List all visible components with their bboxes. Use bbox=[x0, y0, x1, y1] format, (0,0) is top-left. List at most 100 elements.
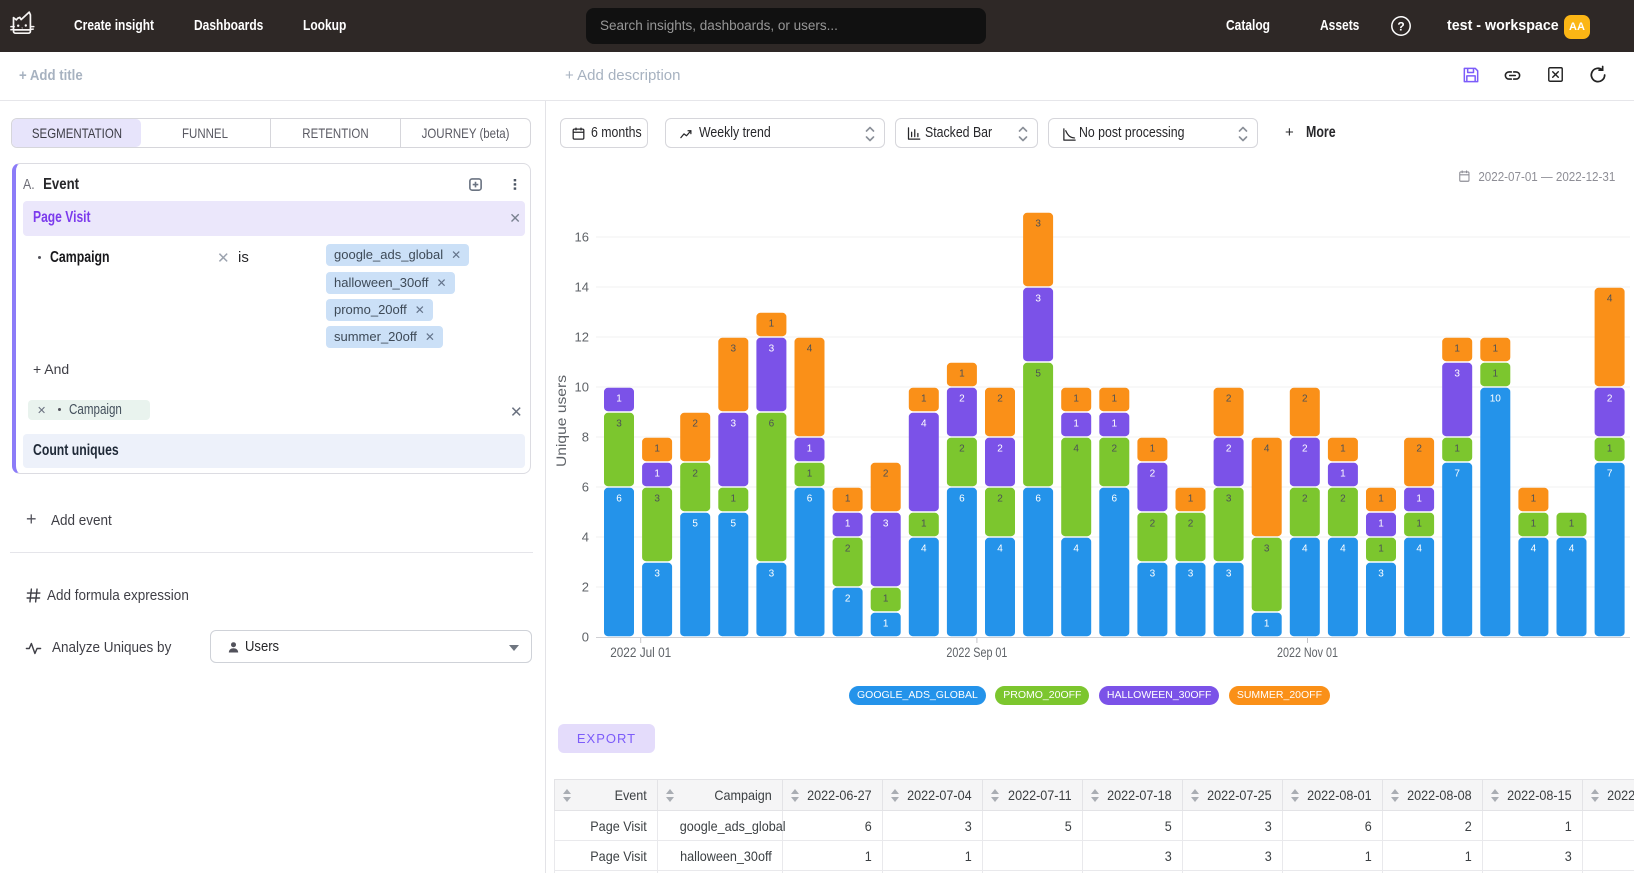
svg-text:2: 2 bbox=[1302, 493, 1308, 504]
svg-text:4: 4 bbox=[1416, 543, 1422, 554]
svg-text:2: 2 bbox=[1340, 493, 1346, 504]
svg-text:2: 2 bbox=[997, 493, 1003, 504]
svg-text:12: 12 bbox=[575, 330, 589, 345]
svg-text:2022 Jul 01: 2022 Jul 01 bbox=[610, 645, 671, 660]
svg-text:5: 5 bbox=[731, 518, 737, 529]
svg-text:3: 3 bbox=[654, 568, 660, 579]
svg-text:4: 4 bbox=[1607, 293, 1613, 304]
svg-text:?: ? bbox=[1397, 20, 1404, 34]
svg-text:14: 14 bbox=[575, 280, 589, 295]
svg-text:5: 5 bbox=[692, 518, 698, 529]
svg-text:1: 1 bbox=[1340, 443, 1346, 454]
svg-text:1: 1 bbox=[731, 493, 737, 504]
svg-text:16: 16 bbox=[575, 230, 589, 245]
svg-text:2: 2 bbox=[692, 418, 698, 429]
svg-text:2: 2 bbox=[1226, 393, 1232, 404]
svg-text:3: 3 bbox=[1035, 218, 1041, 229]
svg-text:1: 1 bbox=[1073, 393, 1079, 404]
svg-text:1: 1 bbox=[654, 468, 660, 479]
svg-text:3: 3 bbox=[1226, 568, 1232, 579]
svg-text:1: 1 bbox=[883, 618, 889, 629]
svg-text:1: 1 bbox=[883, 593, 889, 604]
svg-text:3: 3 bbox=[731, 418, 737, 429]
svg-text:4: 4 bbox=[921, 418, 927, 429]
svg-text:2: 2 bbox=[997, 393, 1003, 404]
svg-text:1: 1 bbox=[654, 443, 660, 454]
svg-text:3: 3 bbox=[769, 568, 775, 579]
svg-text:4: 4 bbox=[1264, 443, 1270, 454]
svg-text:4: 4 bbox=[921, 543, 927, 554]
svg-text:3: 3 bbox=[883, 518, 889, 529]
svg-text:1: 1 bbox=[1112, 418, 1118, 429]
svg-text:1: 1 bbox=[807, 443, 813, 454]
svg-text:2: 2 bbox=[845, 543, 851, 554]
svg-text:1: 1 bbox=[1112, 393, 1118, 404]
svg-text:3: 3 bbox=[1150, 568, 1156, 579]
svg-text:2: 2 bbox=[883, 468, 889, 479]
svg-text:1: 1 bbox=[1454, 343, 1460, 354]
svg-text:2: 2 bbox=[1150, 518, 1156, 529]
svg-text:1: 1 bbox=[1150, 443, 1156, 454]
svg-text:4: 4 bbox=[582, 530, 589, 545]
svg-text:4: 4 bbox=[1569, 543, 1575, 554]
svg-text:5: 5 bbox=[1035, 368, 1041, 379]
svg-text:1: 1 bbox=[1607, 443, 1613, 454]
svg-text:1: 1 bbox=[1531, 493, 1537, 504]
svg-text:1: 1 bbox=[1378, 518, 1384, 529]
svg-text:1: 1 bbox=[1493, 368, 1499, 379]
svg-text:2: 2 bbox=[1150, 468, 1156, 479]
svg-text:2: 2 bbox=[1188, 518, 1194, 529]
svg-text:4: 4 bbox=[1302, 543, 1308, 554]
svg-text:1: 1 bbox=[1264, 618, 1270, 629]
svg-text:1: 1 bbox=[1416, 493, 1422, 504]
svg-text:2: 2 bbox=[1112, 443, 1118, 454]
svg-text:3: 3 bbox=[1454, 368, 1460, 379]
svg-text:4: 4 bbox=[807, 343, 813, 354]
svg-text:2: 2 bbox=[1607, 393, 1613, 404]
svg-text:2: 2 bbox=[582, 580, 589, 595]
svg-text:2: 2 bbox=[692, 468, 698, 479]
svg-text:6: 6 bbox=[616, 493, 622, 504]
svg-text:6: 6 bbox=[959, 493, 965, 504]
svg-text:1: 1 bbox=[959, 368, 965, 379]
svg-text:4: 4 bbox=[1073, 543, 1079, 554]
svg-text:3: 3 bbox=[654, 493, 660, 504]
svg-text:Unique users: Unique users bbox=[554, 375, 569, 467]
svg-text:10: 10 bbox=[1490, 393, 1502, 404]
svg-text:6: 6 bbox=[1035, 493, 1041, 504]
svg-text:6: 6 bbox=[582, 480, 589, 495]
svg-text:1: 1 bbox=[1454, 443, 1460, 454]
svg-text:2: 2 bbox=[959, 393, 965, 404]
svg-text:1: 1 bbox=[921, 518, 927, 529]
svg-text:2022 Sep 01: 2022 Sep 01 bbox=[946, 645, 1007, 660]
svg-text:4: 4 bbox=[997, 543, 1003, 554]
svg-text:2: 2 bbox=[845, 593, 851, 604]
svg-text:3: 3 bbox=[1188, 568, 1194, 579]
svg-text:6: 6 bbox=[807, 493, 813, 504]
svg-text:1: 1 bbox=[921, 393, 927, 404]
svg-text:2: 2 bbox=[1302, 443, 1308, 454]
svg-text:1: 1 bbox=[1493, 343, 1499, 354]
svg-text:1: 1 bbox=[616, 393, 622, 404]
svg-text:1: 1 bbox=[1378, 493, 1384, 504]
svg-text:1: 1 bbox=[1531, 518, 1537, 529]
svg-text:1: 1 bbox=[845, 518, 851, 529]
svg-text:4: 4 bbox=[1073, 443, 1079, 454]
svg-text:4: 4 bbox=[1340, 543, 1346, 554]
svg-text:8: 8 bbox=[582, 430, 589, 445]
svg-text:0: 0 bbox=[582, 630, 589, 645]
svg-text:2022 Nov 01: 2022 Nov 01 bbox=[1277, 645, 1338, 660]
svg-text:7: 7 bbox=[1454, 468, 1460, 479]
svg-text:1: 1 bbox=[807, 468, 813, 479]
svg-text:4: 4 bbox=[1531, 543, 1537, 554]
svg-text:2: 2 bbox=[997, 443, 1003, 454]
svg-text:7: 7 bbox=[1607, 468, 1613, 479]
svg-text:3: 3 bbox=[616, 418, 622, 429]
svg-text:1: 1 bbox=[845, 493, 851, 504]
svg-text:1: 1 bbox=[769, 318, 775, 329]
svg-text:1: 1 bbox=[1378, 543, 1384, 554]
svg-text:1: 1 bbox=[1340, 468, 1346, 479]
svg-text:6: 6 bbox=[769, 418, 775, 429]
svg-text:2: 2 bbox=[1302, 393, 1308, 404]
svg-text:3: 3 bbox=[769, 343, 775, 354]
